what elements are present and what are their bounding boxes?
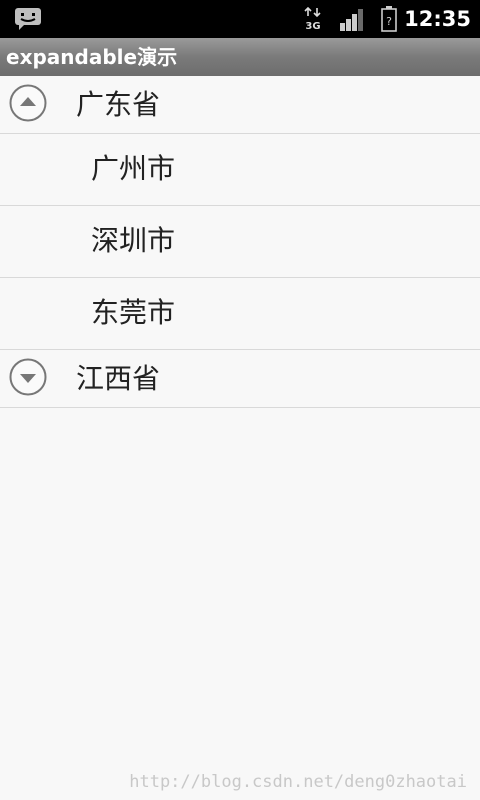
status-bar: 3G ? 12:35 — [0, 0, 480, 38]
svg-text:?: ? — [386, 15, 392, 28]
group-label: 江西省 — [76, 362, 161, 395]
status-time: 12:35 — [404, 7, 471, 31]
page-title: expandable演示 — [6, 45, 178, 69]
child-row-guangzhou[interactable]: 广州市 — [0, 134, 480, 206]
chevron-down-icon[interactable] — [9, 358, 47, 396]
message-icon[interactable] — [14, 7, 42, 31]
chevron-up-icon[interactable] — [9, 84, 47, 122]
group-row-jiangxi[interactable]: 江西省 — [0, 350, 480, 408]
child-row-shenzhen[interactable]: 深圳市 — [0, 206, 480, 278]
title-bar: expandable演示 — [0, 38, 480, 76]
group-label: 广东省 — [76, 88, 161, 121]
expandable-list: 广东省 广州市 深圳市 东莞市 江西省 — [0, 76, 480, 408]
signal-icon — [340, 9, 363, 31]
child-label: 广州市 — [91, 152, 176, 185]
network-3g-icon: 3G — [304, 7, 321, 31]
child-label: 东莞市 — [91, 296, 176, 329]
battery-icon: ? — [381, 6, 397, 32]
child-row-dongguan[interactable]: 东莞市 — [0, 278, 480, 350]
network-label: 3G — [305, 21, 320, 31]
watermark: http://blog.csdn.net/deng0zhaotai — [129, 772, 467, 792]
child-label: 深圳市 — [91, 224, 176, 257]
group-row-guangdong[interactable]: 广东省 — [0, 76, 480, 134]
